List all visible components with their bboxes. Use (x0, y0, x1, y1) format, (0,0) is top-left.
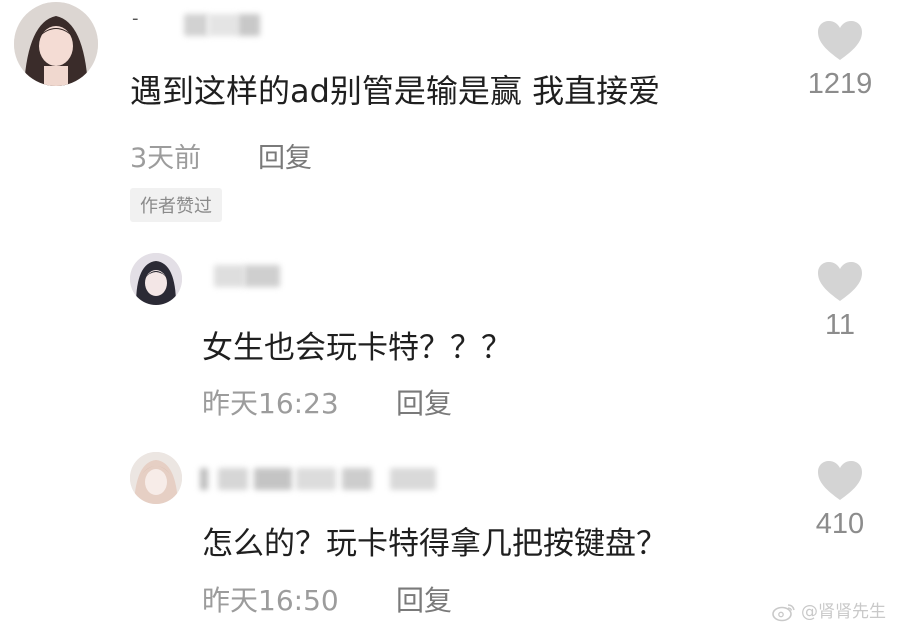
like-button[interactable]: 1219 (805, 20, 875, 101)
comment-text: 遇到这样的ad别管是输是赢 我直接爱 (130, 72, 661, 110)
avatar[interactable] (14, 2, 98, 86)
comment-text: 怎么的？玩卡特得拿几把按键盘？ (202, 526, 667, 562)
like-count: 11 (824, 309, 856, 341)
username-blurred[interactable] (200, 468, 460, 490)
reply-button[interactable]: 回复 (258, 136, 312, 175)
comment-timestamp: 昨天16:23 (202, 387, 339, 420)
heart-icon (818, 21, 862, 60)
reply-button[interactable]: 回复 (396, 579, 452, 619)
like-button[interactable]: 11 (805, 261, 875, 342)
watermark-text: @肾肾先生 (801, 602, 886, 622)
comment-text: 女生也会玩卡特？？？ (202, 330, 512, 366)
watermark: @肾肾先生 (771, 597, 886, 622)
like-count: 410 (815, 508, 865, 540)
comment-timestamp: 3天前 (130, 143, 202, 174)
heart-icon (818, 262, 862, 301)
heart-icon (818, 461, 862, 500)
username-prefix: - (132, 8, 139, 29)
comment-item: - 遇到这样的ad别管是输是赢 我直接爱 3天前 回复 作者赞过 1219 (0, 0, 900, 230)
reply-item: 怎么的？玩卡特得拿几把按键盘？ 昨天16:50 回复 410 (0, 448, 900, 628)
username-blurred[interactable]: - (132, 8, 272, 36)
avatar[interactable] (130, 452, 182, 504)
comment-timestamp: 昨天16:50 (202, 584, 339, 617)
avatar[interactable] (130, 253, 182, 305)
weibo-logo-icon (771, 604, 795, 622)
username-blurred[interactable] (198, 265, 288, 287)
author-liked-tag: 作者赞过 (130, 188, 222, 222)
reply-button[interactable]: 回复 (396, 382, 452, 422)
reply-item: 女生也会玩卡特？？？ 昨天16:23 回复 11 (0, 245, 900, 425)
like-count: 1219 (807, 68, 873, 100)
like-button[interactable]: 410 (805, 460, 875, 541)
